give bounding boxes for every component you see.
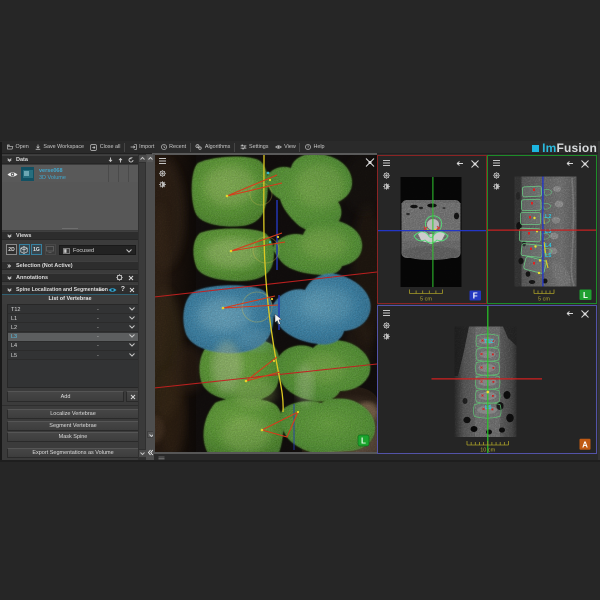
svg-text:A: A	[582, 441, 588, 450]
svg-text:5 cm: 5 cm	[420, 297, 432, 303]
svg-text:L4: L4	[545, 243, 552, 249]
svg-text:L: L	[361, 437, 366, 446]
svg-text:L: L	[583, 291, 588, 300]
svg-text:F: F	[473, 292, 478, 301]
svg-text:L2: L2	[545, 214, 551, 220]
svg-text:T12: T12	[484, 339, 493, 345]
svg-text:10 cm: 10 cm	[480, 448, 495, 454]
svg-text:5 cm: 5 cm	[538, 297, 550, 303]
svg-text:L5: L5	[545, 253, 551, 259]
